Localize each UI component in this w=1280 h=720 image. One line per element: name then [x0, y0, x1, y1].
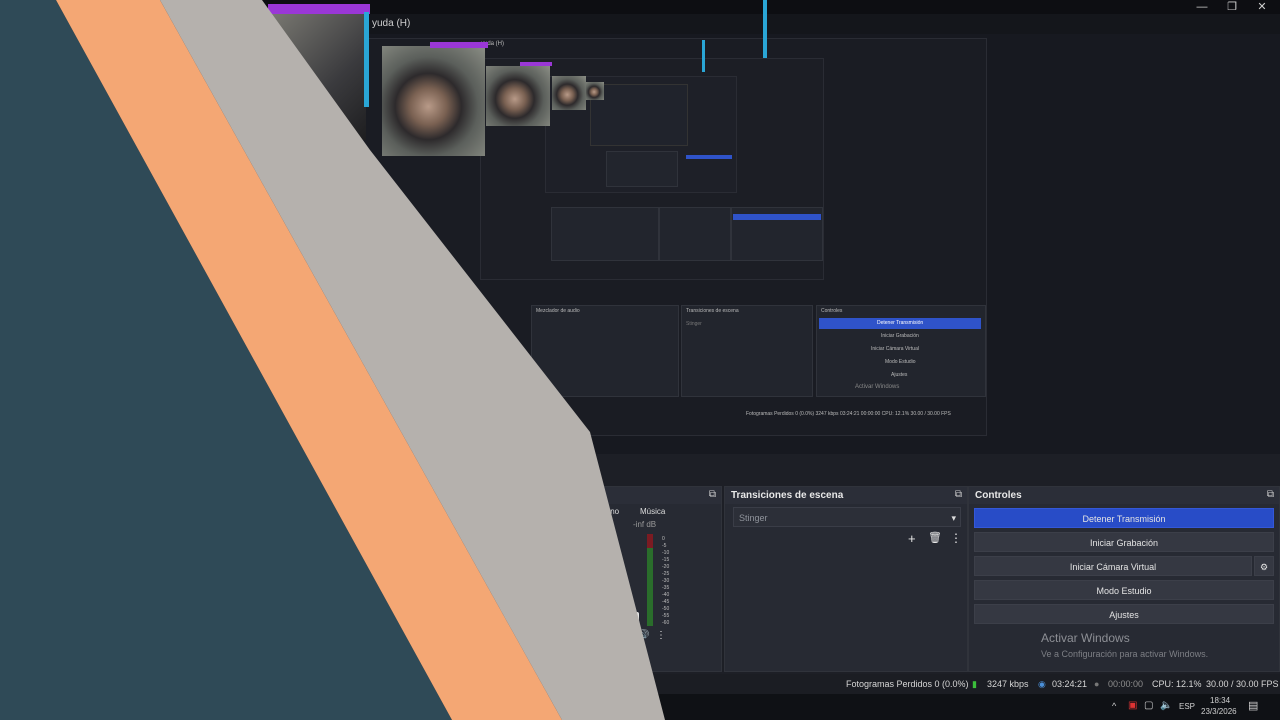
add-transition-icon[interactable]: +: [908, 531, 916, 546]
language-indicator[interactable]: ESP: [1179, 702, 1195, 711]
windows-taskbar: ^ ▣ ▢ 🔈 ESP 18:34 23/3/2026 ▤: [0, 694, 1280, 720]
mixer-channel-2-db: -3.3 dB: [584, 520, 610, 529]
close-button[interactable]: ✕: [1247, 0, 1277, 14]
record-time: 00:00:00: [1108, 679, 1144, 689]
nested-virtual-cam: Iniciar Cámara Virtual: [871, 346, 919, 352]
music-meter: [647, 548, 653, 626]
stop-stream-button[interactable]: Detener Transmisión: [974, 508, 1274, 528]
mixer-channel-1-db: dB: [552, 520, 562, 529]
virtual-camera-settings-button[interactable]: ⚙: [1254, 556, 1274, 576]
nested-start-rec: Iniciar Grabación: [881, 333, 919, 339]
dock-float-icon[interactable]: ⧉: [709, 489, 716, 500]
webcam-frame-1: [268, 4, 370, 14]
nested2-controls: [731, 207, 823, 261]
tray-app-icon[interactable]: ▣: [1128, 700, 1137, 711]
fps: 30.00 / 30.00 FPS: [1206, 679, 1279, 689]
mic-scale: 0 -5 -10 -15 -20 -25 -30 -35 -40 -45 -50 -55 -60: [612, 536, 620, 626]
activate-windows-title: Activar Windows: [1041, 631, 1130, 645]
mixer-channel-1-name: uriculares: [535, 507, 570, 516]
studio-mode-button[interactable]: Modo Estudio: [974, 580, 1274, 600]
restore-button[interactable]: ❐: [1217, 0, 1247, 14]
gear-icon: ⚙: [1259, 562, 1269, 572]
nested-settings: Ajustes: [891, 372, 908, 378]
nested-stinger: Stinger: [686, 321, 702, 327]
mixer-channel-2-name: Micrófono: [584, 507, 620, 516]
tray-chevron-icon[interactable]: ^: [1112, 701, 1116, 711]
webcam-frame-3: [520, 62, 552, 66]
webcam-capture-2: [382, 46, 485, 156]
nested-mixer-panel: Mezclador de audio: [531, 305, 679, 397]
nested2-mixer: [551, 207, 659, 261]
network-icon: ▮: [972, 679, 977, 689]
clock-date[interactable]: 23/3/2026: [1201, 707, 1237, 716]
dock-float-icon[interactable]: ⧉: [1267, 489, 1274, 500]
stream-time: 03:24:21: [1052, 679, 1088, 689]
nested-preview-level-4: [590, 84, 688, 146]
webcam-frame-2: [430, 42, 488, 48]
nested-controls-title: Controles: [821, 308, 843, 314]
stream-icon: ◉: [1038, 679, 1046, 689]
webcam-capture-4: [552, 76, 586, 110]
mixer-channel-3-name: Música: [640, 507, 666, 516]
controls-title: Controles: [969, 487, 1279, 504]
record-icon: ●: [1094, 679, 1100, 689]
status-bar: Fotogramas Perdidos 0 (0.0%) ▮ 3247 kbps…: [0, 674, 1280, 694]
start-recording-button[interactable]: Iniciar Grabación: [974, 532, 1274, 552]
nested-studio: Modo Estudio: [885, 359, 916, 365]
audio-mixer-title: dio: [501, 487, 721, 504]
mic-meter-peak: [597, 534, 603, 548]
delete-transition-icon[interactable]: 🗑: [928, 531, 942, 544]
nested2-stop-stream: [733, 214, 821, 220]
menu-bar: yuda (H): [0, 14, 1280, 34]
cpu-usage: CPU: 12.1%: [1152, 679, 1202, 689]
mic-volume-slider[interactable]: [584, 546, 589, 560]
cyan-bar-2: [702, 40, 705, 72]
bitrate: 3247 kbps: [987, 679, 1029, 689]
dropped-frames: Fotogramas Perdidos 0 (0.0%): [846, 679, 969, 689]
transition-select[interactable]: Stinger ▾: [733, 507, 961, 527]
mixer-channel-3-db: -inf dB: [633, 520, 657, 529]
nested2-transitions: [659, 207, 731, 261]
nested-controls-panel: Controles Detener Transmisión Iniciar Gr…: [816, 305, 986, 397]
nested-activate: Activar Windows: [855, 384, 900, 390]
speaker-icon[interactable]: 🔊: [637, 630, 649, 641]
kebab-icon[interactable]: ⋮: [656, 630, 666, 641]
menu-help[interactable]: yuda (H): [372, 18, 410, 29]
minimize-button[interactable]: —: [1187, 0, 1217, 14]
cyan-bar-1: [763, 0, 767, 58]
nested-mixer-title: Mezclador de audio: [536, 308, 580, 314]
music-scale: 0 -5 -10 -15 -20 -25 -30 -35 -40 -45 -50 -55 -60: [662, 536, 670, 626]
chevron-down-icon: ▾: [951, 513, 956, 523]
nested3-stop-stream: [686, 155, 732, 159]
mic-meter: [597, 548, 603, 626]
webcam-capture-3: [486, 66, 550, 126]
tray-app2-icon[interactable]: ▢: [1144, 700, 1153, 711]
volume-icon[interactable]: 🔈: [1160, 700, 1172, 711]
activate-windows-subtitle: Ve a Configuración para activar Windows.: [1041, 649, 1209, 659]
music-volume-slider[interactable]: [634, 612, 639, 626]
transition-select-value: Stinger: [739, 513, 768, 523]
nested-stop-stream: Detener Transmisión: [877, 320, 924, 326]
settings-button[interactable]: Ajustes: [974, 604, 1274, 624]
music-meter-peak: [647, 534, 653, 548]
clock-time[interactable]: 18:34: [1210, 696, 1230, 705]
webcam-capture-1: [268, 12, 366, 140]
start-virtual-camera-button[interactable]: Iniciar Cámara Virtual: [974, 556, 1252, 576]
nested-transitions-title: Transiciones de escena: [686, 308, 739, 314]
transition-menu-icon[interactable]: ⋮: [950, 531, 962, 545]
dock-float-icon[interactable]: ⧉: [955, 489, 962, 500]
window-titlebar: — ❐ ✕: [0, 0, 1280, 14]
scene-transitions-title: Transiciones de escena: [725, 487, 967, 504]
nested3-panels: [606, 151, 678, 187]
notifications-icon[interactable]: ▤: [1248, 699, 1258, 712]
nested-transitions-panel: Transiciones de escena Stinger: [681, 305, 813, 397]
webcam-capture-5: [586, 82, 604, 100]
webcam-side-1: [364, 12, 369, 107]
nested-statusbar: Fotogramas Perdidos 0 (0.0%) 3247 kbps 0…: [746, 411, 951, 417]
